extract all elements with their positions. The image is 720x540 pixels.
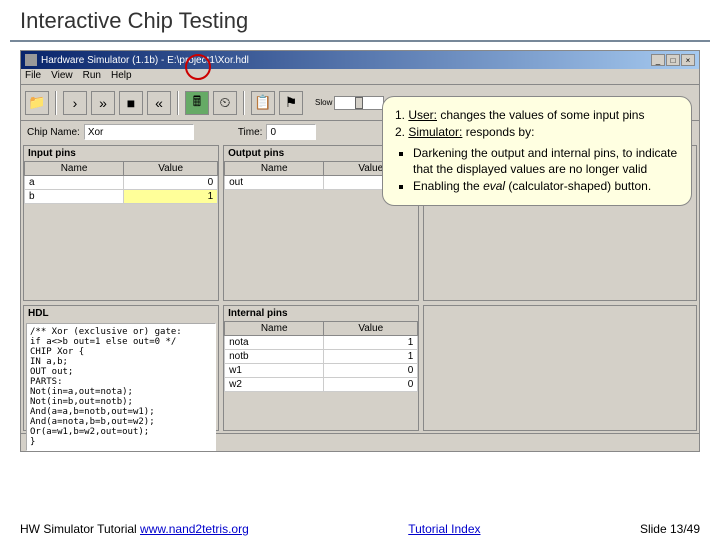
bullet-item: Darkening the output and internal pins, … xyxy=(413,145,679,179)
table-row: b1 xyxy=(25,190,218,204)
pin-value: 1 xyxy=(324,336,418,350)
slide-counter: Slide 13/49 xyxy=(640,522,700,536)
load-chip-button[interactable]: 📁 xyxy=(25,91,49,115)
pin-name: notb xyxy=(225,350,324,364)
maximize-button[interactable]: □ xyxy=(666,54,680,66)
table-row: w10 xyxy=(225,364,418,378)
time-label: Time: xyxy=(238,127,263,138)
eval-button-highlight-circle xyxy=(185,54,211,80)
col-name: Name xyxy=(25,162,124,176)
app-icon xyxy=(25,54,37,66)
hdl-panel: HDL /** Xor (exclusive or) gate: if a<>b… xyxy=(23,305,219,431)
pin-name: out xyxy=(225,176,324,190)
pin-value[interactable]: 0 xyxy=(124,176,218,190)
run-button[interactable]: » xyxy=(91,91,115,115)
table-row: w20 xyxy=(225,378,418,392)
step1-text: changes the values of some input pins xyxy=(437,108,644,122)
pin-name: a xyxy=(25,176,124,190)
col-value: Value xyxy=(324,322,418,336)
hdl-code[interactable]: /** Xor (exclusive or) gate: if a<>b out… xyxy=(26,323,216,451)
single-step-button[interactable]: › xyxy=(63,91,87,115)
tutorial-index-link[interactable]: Tutorial Index xyxy=(408,522,480,536)
step2-text: responds by: xyxy=(462,125,534,139)
close-button[interactable]: × xyxy=(681,54,695,66)
chip-name-field[interactable] xyxy=(84,124,194,140)
pin-value[interactable]: 1 xyxy=(124,190,218,204)
time-field xyxy=(266,124,316,140)
user-label: User: xyxy=(408,108,437,122)
chip-name-label: Chip Name: xyxy=(27,127,80,138)
input-pins-panel: Input pins NameValue a0 b1 xyxy=(23,145,219,301)
slide-footer: HW Simulator Tutorial www.nand2tetris.or… xyxy=(0,522,720,536)
stop-button[interactable]: ■ xyxy=(119,91,143,115)
col-name: Name xyxy=(225,162,324,176)
slow-label: Slow xyxy=(315,98,332,107)
speed-slider[interactable] xyxy=(334,96,384,110)
separator xyxy=(177,91,179,115)
menu-file[interactable]: File xyxy=(25,70,41,83)
separator xyxy=(243,91,245,115)
table-row: a0 xyxy=(25,176,218,190)
input-pins-title: Input pins xyxy=(24,146,218,161)
pin-value: 1 xyxy=(324,350,418,364)
bullet-item: Enabling the eval (calculator-shaped) bu… xyxy=(413,178,679,195)
internal-pins-title: Internal pins xyxy=(224,306,418,321)
load-script-button[interactable]: 📋 xyxy=(251,91,275,115)
clock-button[interactable]: ⏲ xyxy=(213,91,237,115)
pin-name: w1 xyxy=(225,364,324,378)
menubar: File View Run Help xyxy=(21,69,699,85)
col-value: Value xyxy=(124,162,218,176)
reset-button[interactable]: « xyxy=(147,91,171,115)
minimize-button[interactable]: _ xyxy=(651,54,665,66)
hdl-title: HDL xyxy=(24,306,218,321)
separator xyxy=(55,91,57,115)
table-row: notb1 xyxy=(225,350,418,364)
instruction-callout: 1. User: changes the values of some inpu… xyxy=(382,96,692,206)
menu-view[interactable]: View xyxy=(51,70,73,83)
table-row: nota1 xyxy=(225,336,418,350)
slide-title: Interactive Chip Testing xyxy=(0,0,720,40)
pin-name: nota xyxy=(225,336,324,350)
flag-button[interactable]: ⚑ xyxy=(279,91,303,115)
window-title: Hardware Simulator (1.1b) - E:\project1\… xyxy=(41,55,249,66)
menu-run[interactable]: Run xyxy=(83,70,101,83)
menu-help[interactable]: Help xyxy=(111,70,132,83)
pin-name: w2 xyxy=(225,378,324,392)
pin-value: 0 xyxy=(324,378,418,392)
pin-name: b xyxy=(25,190,124,204)
pin-value: 0 xyxy=(324,364,418,378)
footer-url-link[interactable]: www.nand2tetris.org xyxy=(140,522,249,536)
footer-left-text: HW Simulator Tutorial xyxy=(20,522,137,536)
simulator-label: Simulator: xyxy=(408,125,462,139)
right-spacer-panel-lower xyxy=(423,305,697,431)
col-name: Name xyxy=(225,322,324,336)
internal-pins-panel: Internal pins NameValue nota1 notb1 w10 … xyxy=(223,305,419,431)
eval-button[interactable]: 🖩 xyxy=(185,91,209,115)
title-underline xyxy=(10,40,710,42)
window-titlebar: Hardware Simulator (1.1b) - E:\project1\… xyxy=(21,51,699,69)
